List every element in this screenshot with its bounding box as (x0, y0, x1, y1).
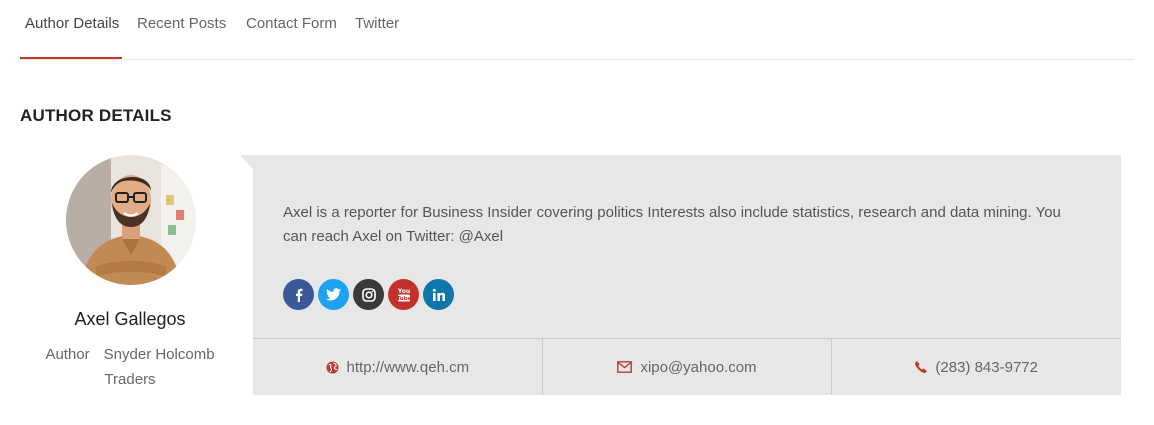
youtube-icon[interactable]: You Tube (388, 279, 419, 310)
svg-text:Tube: Tube (397, 296, 411, 302)
linkedin-icon[interactable] (423, 279, 454, 310)
author-company: Snyder Holcomb Traders (103, 346, 215, 388)
tab-twitter[interactable]: Twitter (355, 15, 399, 32)
author-avatar (66, 155, 196, 285)
email-link[interactable]: xipo@yahoo.com (640, 359, 756, 376)
tab-bar: Author Details Recent Posts Contact Form… (20, 0, 1134, 60)
instagram-icon[interactable] (353, 279, 384, 310)
contact-email[interactable]: xipo@yahoo.com (543, 339, 833, 395)
card-pointer (240, 155, 253, 169)
contact-website[interactable]: http://www.qeh.cm (253, 339, 543, 395)
contact-info-row: http://www.qeh.cm xipo@yahoo.com (283) 8… (253, 338, 1121, 395)
section-title: AUTHOR DETAILS (20, 106, 172, 125)
phone-number[interactable]: (283) 843-9772 (935, 359, 1038, 376)
website-link[interactable]: http://www.qeh.cm (347, 359, 470, 376)
tab-contact-form[interactable]: Contact Form (246, 15, 337, 32)
active-tab-indicator (20, 57, 122, 59)
twitter-icon[interactable] (318, 279, 349, 310)
social-links: You Tube (283, 279, 454, 310)
facebook-icon[interactable] (283, 279, 314, 310)
author-role: Author (45, 346, 90, 363)
globe-icon (326, 360, 339, 374)
envelope-icon (617, 361, 633, 373)
tab-recent-posts[interactable]: Recent Posts (137, 15, 226, 32)
tab-author-details[interactable]: Author Details (25, 15, 119, 32)
author-meta: Author Snyder Holcomb Traders (30, 342, 230, 392)
author-bio-card: Axel is a reporter for Business Insider … (253, 155, 1121, 395)
phone-icon (915, 361, 928, 373)
author-bio: Axel is a reporter for Business Insider … (283, 204, 1061, 245)
contact-phone[interactable]: (283) 843-9772 (832, 339, 1121, 395)
svg-text:You: You (397, 288, 410, 295)
author-name: Axel Gallegos (74, 309, 186, 329)
